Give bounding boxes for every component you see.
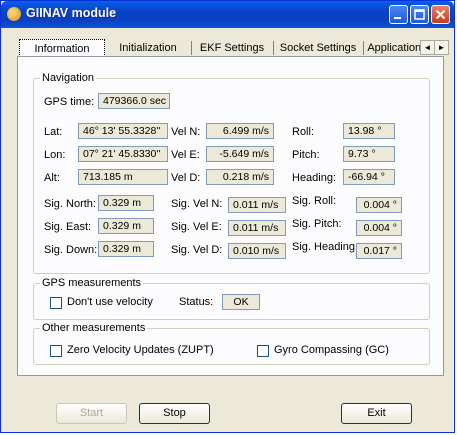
title-bar[interactable]: GIINAV module	[1, 1, 454, 28]
sig-vel-n-label: Sig. Vel N:	[171, 198, 223, 210]
gyro-compassing-checkbox[interactable]	[257, 345, 269, 357]
sig-east-label: Sig. East:	[44, 221, 92, 233]
sig-pitch-label: Sig. Pitch:	[292, 218, 342, 230]
window-content: Information Initialization EKF Settings …	[5, 31, 450, 430]
tab-scroll-left-button[interactable]: ◄	[420, 40, 435, 55]
heading-label: Heading:	[292, 172, 337, 184]
tab-divider	[273, 41, 274, 55]
start-button[interactable]: Start	[56, 403, 127, 424]
sig-roll-value: 0.004 °	[356, 197, 402, 213]
sig-vel-d-value: 0.010 m/s	[228, 243, 286, 259]
other-measurements-group: Other measurements Zero Velocity Updates…	[33, 322, 430, 365]
sig-north-label: Sig. North:	[44, 198, 96, 210]
tab-ekf-settings[interactable]: EKF Settings	[193, 39, 271, 57]
sig-roll-label: Sig. Roll:	[292, 195, 337, 207]
tab-information[interactable]: Information	[19, 39, 105, 57]
sig-vel-n-value: 0.011 m/s	[228, 197, 286, 213]
vel-e-value: -5.649 m/s	[206, 146, 274, 162]
gps-time-label: GPS time:	[44, 96, 95, 108]
sig-heading-label: Sig. Heading:	[292, 241, 359, 253]
app-icon	[7, 7, 21, 21]
zupt-label: Zero Velocity Updates (ZUPT)	[67, 344, 214, 356]
status-value: OK	[222, 294, 260, 310]
sig-heading-value: 0.017 °	[356, 243, 402, 259]
sig-vel-d-label: Sig. Vel D:	[171, 244, 223, 256]
exit-button[interactable]: Exit	[341, 403, 412, 424]
alt-value: 713.185 m	[78, 169, 168, 185]
gps-time-value: 479366.0 sec	[98, 93, 170, 109]
maximize-button[interactable]	[410, 5, 429, 24]
zupt-checkbox[interactable]	[50, 345, 62, 357]
other-measurements-group-label: Other measurements	[40, 322, 148, 334]
navigation-group-label: Navigation	[40, 72, 96, 84]
gps-measurements-group-label: GPS measurements	[40, 277, 144, 289]
sig-pitch-value: 0.004 °	[356, 220, 402, 236]
close-icon	[435, 9, 446, 20]
tab-scroll-right-button[interactable]: ►	[434, 40, 449, 55]
minimize-button[interactable]	[389, 5, 408, 24]
tab-divider	[191, 41, 192, 55]
roll-value: 13.98 °	[343, 123, 395, 139]
dont-use-velocity-label: Don't use velocity	[67, 296, 153, 308]
application-window: GIINAV module Information Initialization…	[0, 0, 455, 433]
stop-button[interactable]: Stop	[139, 403, 210, 424]
minimize-icon	[394, 17, 401, 19]
tab-divider	[363, 41, 364, 55]
sig-down-value: 0.329 m	[98, 241, 154, 257]
vel-d-value: 0.218 m/s	[206, 169, 274, 185]
close-button[interactable]	[431, 5, 450, 24]
gps-measurements-group: GPS measurements Don't use velocity Stat…	[33, 277, 430, 320]
navigation-group: Navigation GPS time: 479366.0 sec Lat: 4…	[33, 72, 430, 274]
lon-value: 07° 21' 45.8330''	[78, 146, 168, 162]
lat-value: 46° 13' 55.3328''	[78, 123, 168, 139]
maximize-icon	[414, 9, 425, 20]
vel-d-label: Vel D:	[171, 172, 201, 184]
lat-label: Lat:	[44, 126, 63, 138]
window-title: GIINAV module	[26, 6, 117, 20]
vel-e-label: Vel E:	[171, 149, 200, 161]
vel-n-value: 6.499 m/s	[206, 123, 274, 139]
heading-value: -66.94 °	[343, 169, 395, 185]
information-panel: Navigation GPS time: 479366.0 sec Lat: 4…	[17, 56, 444, 376]
sig-down-label: Sig. Down:	[44, 244, 98, 256]
status-label: Status:	[179, 296, 214, 308]
sig-north-value: 0.329 m	[98, 195, 154, 211]
lon-label: Lon:	[44, 149, 66, 161]
sig-vel-e-label: Sig. Vel E:	[171, 221, 222, 233]
roll-label: Roll:	[292, 126, 315, 138]
tab-initialization[interactable]: Initialization	[107, 39, 189, 57]
dont-use-velocity-checkbox[interactable]	[50, 297, 62, 309]
vel-n-label: Vel N:	[171, 126, 201, 138]
pitch-label: Pitch:	[292, 149, 320, 161]
sig-vel-e-value: 0.011 m/s	[228, 220, 286, 236]
gyro-compassing-label: Gyro Compassing (GC)	[274, 344, 389, 356]
alt-label: Alt:	[44, 172, 60, 184]
tab-socket-settings[interactable]: Socket Settings	[275, 39, 361, 57]
pitch-value: 9.73 °	[343, 146, 395, 162]
sig-east-value: 0.329 m	[98, 218, 154, 234]
